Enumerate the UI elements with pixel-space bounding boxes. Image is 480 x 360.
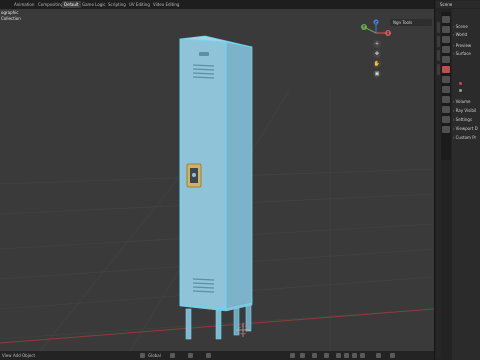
- sidebar-tab-tool[interactable]: [437, 36, 440, 47]
- viewport-footer: View Add Object Global: [0, 351, 434, 360]
- properties-content: [452, 9, 480, 360]
- panel-viewport-display[interactable]: ›Viewport D: [453, 126, 478, 132]
- menu-object[interactable]: Object: [22, 352, 35, 359]
- locker-leg-front-right: [215, 308, 222, 340]
- sidebar-tab-edit[interactable]: [437, 64, 440, 75]
- locker-lock-dial: [192, 173, 196, 177]
- panel-scene[interactable]: ›Scene: [453, 24, 468, 30]
- gizmo-x-label: X: [387, 31, 390, 36]
- 3d-viewport[interactable]: ographic Collection Ngn Tools Y X Z + ✥ …: [0, 9, 434, 351]
- world-properties-icon[interactable]: [442, 66, 450, 73]
- tab-game-logic[interactable]: Game Logic: [80, 1, 108, 8]
- camera-view-icon[interactable]: ▣: [373, 70, 381, 78]
- scene-properties-icon[interactable]: [442, 56, 450, 63]
- locker-side-panel: [225, 41, 253, 310]
- shading-wireframe-icon[interactable]: [336, 353, 341, 358]
- panel-volume[interactable]: ›Volume: [453, 99, 471, 105]
- tool-properties-icon[interactable]: [442, 16, 450, 23]
- transform-orientation-select[interactable]: Global: [148, 352, 161, 359]
- surface-strength-dot[interactable]: [459, 89, 462, 92]
- surface-color-dot[interactable]: [459, 82, 462, 85]
- scene-selector[interactable]: Scene: [436, 1, 480, 8]
- locker-leg-back-right: [233, 304, 240, 336]
- locker-object[interactable]: [179, 35, 253, 340]
- locker-top-slot: [199, 52, 209, 56]
- pivot-icon[interactable]: [170, 353, 175, 358]
- panel-world[interactable]: ›World: [453, 32, 467, 38]
- workspace-tab-bar: Animation Compositing Default Game Logic…: [0, 0, 480, 9]
- view-layer-icon[interactable]: [442, 46, 450, 53]
- panel-settings[interactable]: ›Settings: [453, 117, 472, 123]
- sidebar-tab-item[interactable]: [437, 22, 440, 33]
- material-icon[interactable]: [442, 126, 450, 133]
- particles-icon[interactable]: [442, 96, 450, 103]
- tab-video-editing[interactable]: Video Editing: [151, 1, 181, 8]
- panel-preview[interactable]: ›Preview: [453, 43, 471, 49]
- shading-material-icon[interactable]: [352, 353, 357, 358]
- modifier-icon[interactable]: [442, 86, 450, 93]
- sidebar-tab-view[interactable]: [437, 50, 440, 61]
- locker-leg-front-left: [185, 308, 192, 340]
- overlay-icon[interactable]: [312, 353, 317, 358]
- zoom-icon[interactable]: +: [373, 40, 381, 48]
- panel-surface[interactable]: ›Surface: [453, 51, 471, 57]
- gizmo-y-label: Y: [362, 25, 366, 30]
- tab-default[interactable]: Default: [62, 1, 81, 8]
- object-properties-icon[interactable]: [442, 76, 450, 83]
- xray-icon[interactable]: [324, 353, 329, 358]
- render-region-icon[interactable]: [376, 353, 381, 358]
- properties-tab-strip: [441, 12, 451, 160]
- transform-icon[interactable]: [140, 353, 145, 358]
- viewport-scene: [0, 35, 434, 351]
- output-properties-icon[interactable]: [442, 36, 450, 43]
- snap-icon[interactable]: [188, 353, 193, 358]
- pan-icon[interactable]: ✥: [373, 50, 381, 58]
- shading-solid-icon[interactable]: [344, 353, 349, 358]
- panel-custom-properties[interactable]: ›Custom Pr: [453, 135, 476, 141]
- panel-ray-visibility[interactable]: ›Ray Visibil: [453, 108, 476, 114]
- tab-compositing[interactable]: Compositing: [36, 1, 65, 8]
- menu-view[interactable]: View: [2, 352, 12, 359]
- hand-icon[interactable]: ✋: [373, 60, 381, 68]
- menu-add[interactable]: Add: [13, 352, 21, 359]
- tab-scripting[interactable]: Scripting: [106, 1, 128, 8]
- constraints-icon[interactable]: [442, 116, 450, 123]
- shading-rendered-icon[interactable]: [360, 353, 365, 358]
- tab-animation[interactable]: Animation: [12, 1, 36, 8]
- gizmo-toggle-icon[interactable]: [300, 353, 305, 358]
- camera-icon[interactable]: [390, 353, 395, 358]
- physics-icon[interactable]: [442, 106, 450, 113]
- collection-label: Collection: [1, 16, 21, 21]
- tab-uv-editing[interactable]: UV Editing: [127, 1, 152, 8]
- render-properties-icon[interactable]: [442, 26, 450, 33]
- visibility-icon[interactable]: [290, 353, 295, 358]
- proportional-edit-icon[interactable]: [206, 353, 211, 358]
- view-name-label: ographic: [1, 10, 19, 15]
